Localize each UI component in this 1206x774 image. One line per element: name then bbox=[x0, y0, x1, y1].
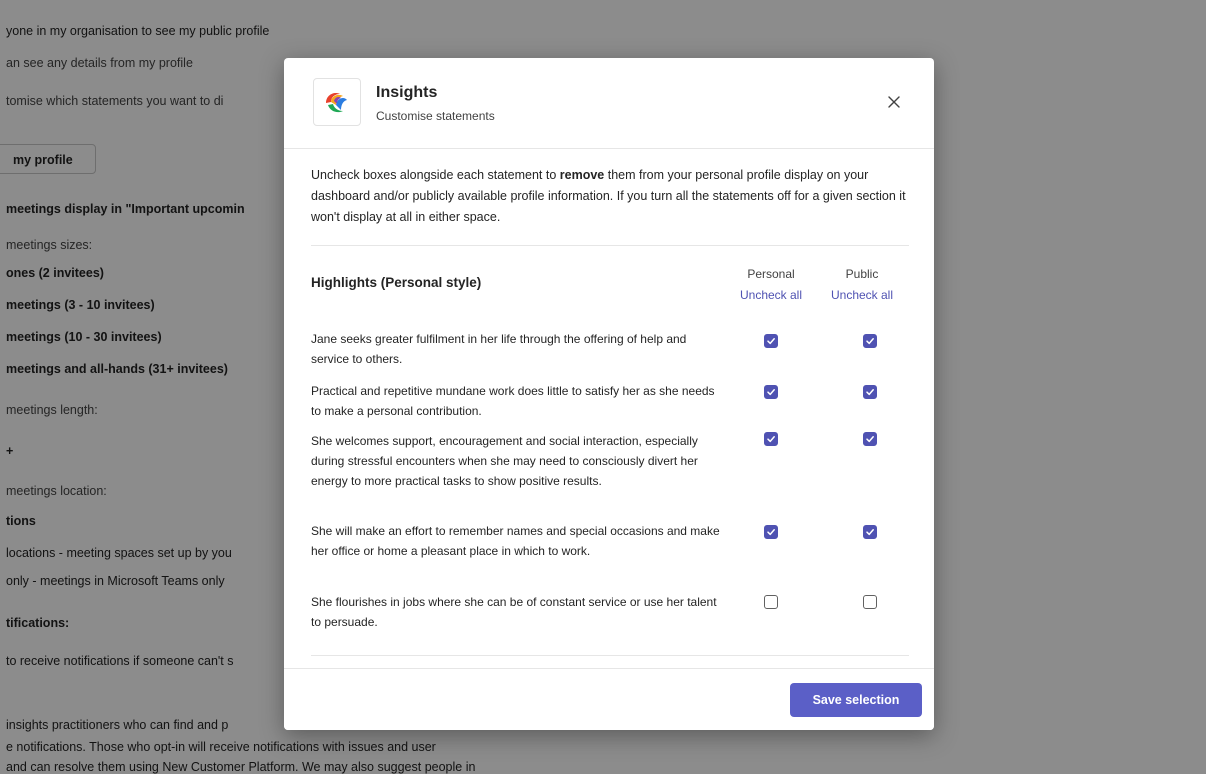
insights-app-logo bbox=[313, 78, 361, 126]
uncheck-all-public-link[interactable]: Uncheck all bbox=[817, 288, 907, 302]
customise-statements-dialog: Insights Customise statements Uncheck bo… bbox=[284, 58, 934, 730]
checkmark-icon bbox=[767, 436, 775, 443]
checkmark-icon bbox=[866, 436, 874, 443]
dialog-body[interactable]: Uncheck boxes alongside each statement t… bbox=[284, 149, 934, 668]
statement-text: Practical and repetitive mundane work do… bbox=[311, 384, 715, 418]
column-header-personal: Personal bbox=[747, 267, 795, 281]
close-button[interactable] bbox=[882, 90, 906, 114]
dialog-header: Insights Customise statements bbox=[284, 58, 934, 149]
statement-4-personal-checkbox[interactable] bbox=[764, 525, 778, 539]
dialog-title: Insights bbox=[376, 84, 438, 101]
statement-2-public-checkbox[interactable] bbox=[863, 385, 877, 399]
checkmark-icon bbox=[866, 338, 874, 345]
statement-4-public-checkbox[interactable] bbox=[863, 525, 877, 539]
intro-part-1: Uncheck boxes alongside each statement t… bbox=[311, 168, 560, 182]
dialog-subtitle: Customise statements bbox=[376, 109, 495, 123]
statement-1-personal-checkbox[interactable] bbox=[764, 334, 778, 348]
intro-bold: remove bbox=[559, 168, 605, 182]
statement-1-public-checkbox[interactable] bbox=[863, 334, 877, 348]
divider bbox=[311, 655, 909, 656]
divider bbox=[311, 245, 909, 246]
intro-text: Uncheck boxes alongside each statement t… bbox=[311, 165, 911, 228]
save-selection-button[interactable]: Save selection bbox=[790, 683, 922, 717]
column-header-public: Public bbox=[845, 267, 879, 281]
close-icon bbox=[888, 96, 900, 108]
uncheck-all-personal-link[interactable]: Uncheck all bbox=[726, 288, 816, 302]
checkmark-icon bbox=[767, 529, 775, 536]
section-title: Highlights (Personal style) bbox=[311, 275, 482, 290]
statement-text: She welcomes support, encouragement and … bbox=[311, 434, 698, 488]
statement-text: Jane seeks greater fulfilment in her lif… bbox=[311, 332, 687, 366]
checkmark-icon bbox=[866, 389, 874, 396]
statement-2-personal-checkbox[interactable] bbox=[764, 385, 778, 399]
checkmark-icon bbox=[767, 338, 775, 345]
checkmark-icon bbox=[866, 529, 874, 536]
statement-3-public-checkbox[interactable] bbox=[863, 432, 877, 446]
statement-5-personal-checkbox[interactable] bbox=[764, 595, 778, 609]
statement-text: She flourishes in jobs where she can be … bbox=[311, 595, 717, 629]
dialog-footer: Save selection bbox=[284, 668, 934, 730]
statement-5-public-checkbox[interactable] bbox=[863, 595, 877, 609]
checkmark-icon bbox=[767, 389, 775, 396]
statement-3-personal-checkbox[interactable] bbox=[764, 432, 778, 446]
statement-text: She will make an effort to remember name… bbox=[311, 524, 720, 558]
insights-logo-icon bbox=[326, 93, 347, 113]
